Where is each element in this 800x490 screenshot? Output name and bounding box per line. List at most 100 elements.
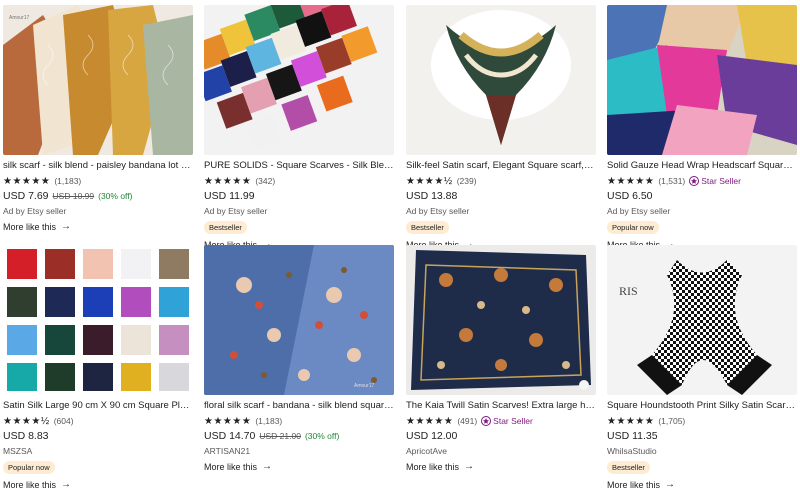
star-seller-label: Star Seller bbox=[701, 176, 741, 186]
star-rating-icon: ★★★★★ bbox=[204, 415, 252, 427]
price: USD 6.50 bbox=[607, 190, 653, 202]
listing-image[interactable]: Amour17 bbox=[204, 245, 394, 395]
price-row: USD 11.99 bbox=[204, 190, 394, 203]
bestseller-badge: Bestseller bbox=[406, 221, 449, 234]
star-seller-badge: Star Seller bbox=[481, 416, 533, 426]
price: USD 11.99 bbox=[204, 190, 255, 202]
price: USD 11.35 bbox=[607, 430, 658, 442]
listing-card[interactable]: Solid Gauze Head Wrap Headscarf Square S… bbox=[607, 5, 797, 250]
listing-image[interactable] bbox=[406, 245, 596, 395]
rating: ★★★★½ (604) bbox=[3, 415, 193, 427]
seller-name[interactable]: WhilsaStudio bbox=[607, 446, 797, 457]
arrow-right-icon: → bbox=[61, 221, 72, 232]
seller-name: Ad by Etsy seller bbox=[607, 206, 671, 216]
seller-name: Ad by Etsy seller bbox=[204, 206, 268, 216]
listing-title[interactable]: The Kaia Twill Satin Scarves! Extra larg… bbox=[406, 400, 596, 412]
more-like-this-label: More like this bbox=[3, 221, 57, 232]
more-like-this-label: More like this bbox=[406, 461, 460, 472]
listing-card[interactable]: Amour17 silk scarf - silk blend - paisle… bbox=[3, 5, 193, 232]
star-seller-icon bbox=[689, 176, 700, 186]
image-brand-text: RIS bbox=[619, 284, 638, 298]
review-count: (1,183) bbox=[54, 176, 82, 186]
star-seller-icon bbox=[481, 416, 492, 426]
listing-title[interactable]: floral silk scarf - bandana - silk blend… bbox=[204, 400, 394, 412]
price: USD 14.70 bbox=[204, 430, 256, 442]
listing-card[interactable]: Silk-feel Satin scarf, Elegant Square sc… bbox=[406, 5, 596, 250]
more-like-this-link[interactable]: More like this → bbox=[3, 221, 193, 232]
review-count: (1,531) bbox=[658, 176, 686, 186]
listing-card[interactable]: Amour17 floral silk scarf - bandana - si… bbox=[204, 245, 394, 472]
seller-name[interactable]: MSZSA bbox=[3, 446, 193, 457]
more-like-this-label: More like this bbox=[204, 461, 258, 472]
listing-card[interactable]: RIS Square Houndstooth Print Silky Satin… bbox=[607, 245, 797, 490]
listing-image[interactable] bbox=[204, 5, 394, 155]
listing-title[interactable]: Square Houndstooth Print Silky Satin Sca… bbox=[607, 400, 797, 412]
more-like-this-link[interactable]: More like this → bbox=[607, 479, 797, 490]
seller-name[interactable]: ApricotAve bbox=[406, 446, 596, 457]
price: USD 8.83 bbox=[3, 430, 49, 442]
star-rating-icon: ★★★★★ bbox=[3, 175, 51, 187]
seller-name: Ad by Etsy seller bbox=[3, 206, 67, 216]
listing-image[interactable]: RIS bbox=[607, 245, 797, 395]
seller-name[interactable]: ARTISAN21 bbox=[204, 446, 394, 457]
price-row: USD 6.50 bbox=[607, 190, 797, 203]
watermark: Amour17 bbox=[9, 15, 30, 21]
rating: ★★★★★ (342) bbox=[204, 175, 394, 187]
star-seller-badge: Star Seller bbox=[689, 176, 741, 186]
price-row: USD 11.35 bbox=[607, 430, 797, 443]
star-rating-icon: ★★★★★ bbox=[204, 175, 252, 187]
discount: (30% off) bbox=[304, 431, 340, 441]
star-rating-icon: ★★★★½ bbox=[406, 175, 453, 187]
listing-card[interactable]: Satin Silk Large 90 cm X 90 cm Square Pl… bbox=[3, 245, 193, 490]
more-like-this-link[interactable]: More like this → bbox=[406, 461, 596, 472]
listing-card[interactable]: The Kaia Twill Satin Scarves! Extra larg… bbox=[406, 245, 596, 472]
review-count: (239) bbox=[456, 176, 477, 186]
review-count: (342) bbox=[255, 176, 276, 186]
listing-image[interactable] bbox=[3, 245, 193, 395]
price-row: USD 14.70 USD 21.00 (30% off) bbox=[204, 430, 394, 443]
listing-title[interactable]: Silk-feel Satin scarf, Elegant Square sc… bbox=[406, 160, 596, 172]
more-like-this-link[interactable]: More like this → bbox=[204, 461, 394, 472]
listing-title[interactable]: silk scarf - silk blend - paisley bandan… bbox=[3, 160, 193, 172]
original-price: USD 21.00 bbox=[259, 431, 301, 441]
listing-title[interactable]: PURE SOLIDS - Square Scarves - Silk Blen… bbox=[204, 160, 394, 172]
review-count: (1,705) bbox=[658, 416, 686, 426]
review-count: (604) bbox=[53, 416, 74, 426]
seller-name: Ad by Etsy seller bbox=[406, 206, 470, 216]
listing-title[interactable]: Solid Gauze Head Wrap Headscarf Square S… bbox=[607, 160, 797, 172]
watermark: Amour17 bbox=[354, 383, 375, 389]
listing-image[interactable]: Amour17 bbox=[3, 5, 193, 155]
more-like-this-label: More like this bbox=[3, 479, 57, 490]
bestseller-badge: Bestseller bbox=[607, 461, 650, 474]
review-count: (1,183) bbox=[255, 416, 283, 426]
arrow-right-icon: → bbox=[464, 461, 475, 472]
price-row: USD 7.69 USD 10.99 (30% off) bbox=[3, 190, 193, 203]
more-like-this-link[interactable]: More like this → bbox=[3, 479, 193, 490]
arrow-right-icon: → bbox=[262, 461, 273, 472]
price: USD 13.88 bbox=[406, 190, 458, 202]
listing-card[interactable]: PURE SOLIDS - Square Scarves - Silk Blen… bbox=[204, 5, 394, 250]
bestseller-badge: Bestseller bbox=[204, 221, 247, 234]
discount: (30% off) bbox=[98, 191, 133, 201]
star-rating-icon: ★★★★★ bbox=[406, 415, 454, 427]
rating: ★★★★½ (239) bbox=[406, 175, 596, 187]
listing-image[interactable] bbox=[607, 5, 797, 155]
rating: ★★★★★ (1,705) bbox=[607, 415, 797, 427]
popular-now-badge: Popular now bbox=[3, 461, 55, 474]
more-like-this-label: More like this bbox=[607, 479, 661, 490]
rating: ★★★★★ (1,183) bbox=[3, 175, 193, 187]
listing-image[interactable] bbox=[406, 5, 596, 155]
rating: ★★★★★ (491) Star Seller bbox=[406, 415, 596, 427]
popular-now-badge: Popular now bbox=[607, 221, 659, 234]
price: USD 12.00 bbox=[406, 430, 458, 442]
original-price: USD 10.99 bbox=[52, 191, 95, 201]
listing-title[interactable]: Satin Silk Large 90 cm X 90 cm Square Pl… bbox=[3, 400, 193, 412]
star-rating-icon: ★★★★★ bbox=[607, 415, 655, 427]
price-row: USD 12.00 bbox=[406, 430, 596, 443]
price: USD 7.69 bbox=[3, 190, 49, 202]
star-rating-icon: ★★★★½ bbox=[3, 415, 50, 427]
arrow-right-icon: → bbox=[665, 479, 676, 490]
star-seller-label: Star Seller bbox=[493, 416, 533, 426]
review-count: (491) bbox=[457, 416, 478, 426]
star-rating-icon: ★★★★★ bbox=[607, 175, 655, 187]
